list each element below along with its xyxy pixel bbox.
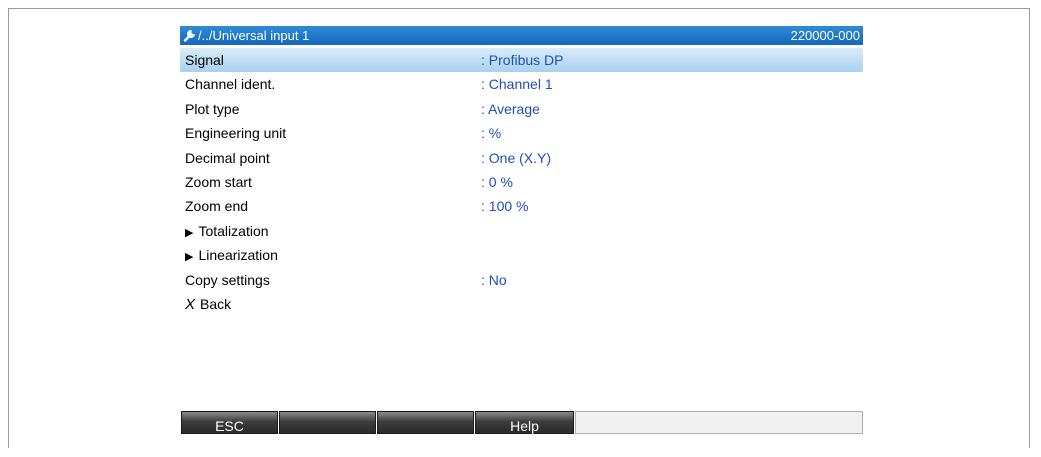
device-code: 220000-000 [790, 28, 860, 43]
menu-item-value: : One (X.Y) [481, 149, 552, 166]
menu-item-channel-ident[interactable]: Channel ident. : Channel 1 [180, 72, 863, 96]
menu-item-label: Totalization [198, 222, 269, 239]
menu-item-copy-settings[interactable]: Copy settings : No [180, 268, 863, 292]
menu-item-decimal-point[interactable]: Decimal point : One (X.Y) [180, 146, 863, 170]
menu-item-totalization[interactable]: ▶ Totalization [180, 219, 863, 243]
menu-item-label: Zoom end [185, 198, 249, 215]
softkey-2[interactable] [279, 411, 376, 434]
softkey-bar: ESC Help [181, 411, 863, 434]
menu-item-back[interactable]: X Back [180, 292, 863, 316]
menu-item-label: Back [200, 295, 232, 312]
menu-item-value: : No [481, 271, 507, 288]
softkey-esc[interactable]: ESC [181, 411, 278, 434]
menu-item-signal[interactable]: Signal : Profibus DP [180, 48, 863, 73]
menu-path: /../Universal input 1 [198, 28, 310, 43]
menu-item-value: : 0 % [481, 173, 513, 190]
menu-item-zoom-end[interactable]: Zoom end : 100 % [180, 194, 863, 218]
menu-item-label: Engineering unit [185, 125, 287, 142]
menu-item-engineering-unit[interactable]: Engineering unit : % [180, 121, 863, 145]
back-x-icon: X [185, 295, 196, 313]
menu-item-value: : Profibus DP [481, 52, 564, 68]
softkey-help[interactable]: Help [475, 411, 574, 434]
parameter-menu: Signal : Profibus DP Channel ident. : Chann… [180, 48, 863, 316]
softkey-5[interactable] [575, 411, 863, 434]
menu-item-label: Copy settings [185, 271, 270, 288]
menu-item-label: Zoom start [185, 173, 252, 190]
menu-item-label: Decimal point [185, 149, 270, 166]
menu-item-label: Linearization [198, 247, 278, 264]
menu-item-value: : Channel 1 [481, 76, 553, 93]
submenu-arrow-icon: ▶ [185, 251, 194, 264]
wrench-icon [183, 30, 195, 42]
menu-item-zoom-start[interactable]: Zoom start : 0 % [180, 170, 863, 194]
menu-item-value: : % [481, 125, 502, 142]
menu-item-linearization[interactable]: ▶ Linearization [180, 243, 863, 267]
softkey-3[interactable] [377, 411, 474, 434]
menu-item-value: : Average [481, 100, 540, 117]
menu-item-label: Plot type [185, 100, 240, 117]
menu-item-value: : 100 % [481, 198, 529, 215]
menu-item-label: Channel ident. [185, 76, 276, 93]
submenu-arrow-icon: ▶ [185, 226, 194, 239]
menu-item-plot-type[interactable]: Plot type : Average [180, 97, 863, 121]
menu-item-label: Signal [185, 52, 224, 68]
title-bar: /../Universal input 1 220000-000 [180, 26, 863, 45]
